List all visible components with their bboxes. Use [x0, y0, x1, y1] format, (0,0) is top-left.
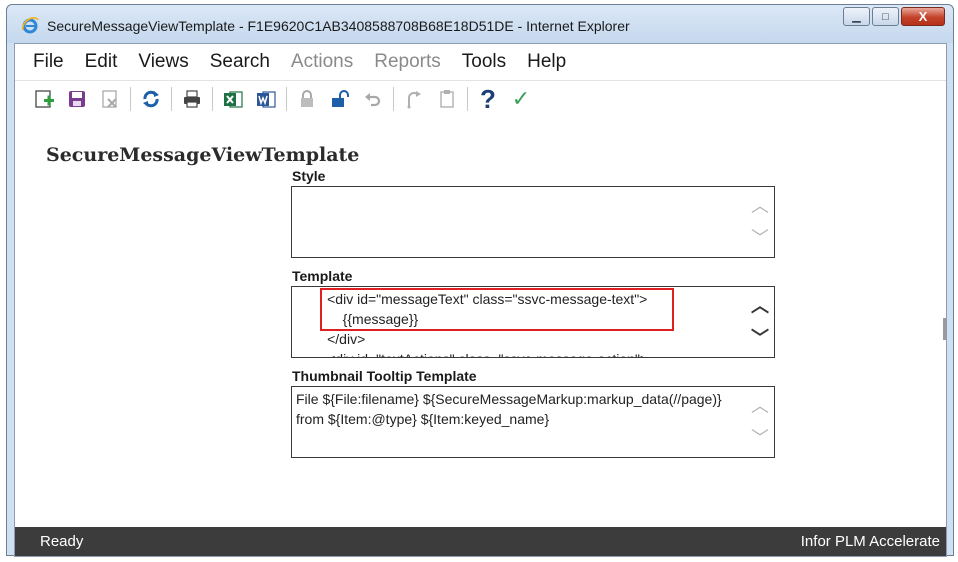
style-label: Style	[292, 168, 326, 184]
tooltip-line: from ${Item:@type} ${Item:keyed_name}	[296, 411, 550, 427]
menu-tools[interactable]: Tools	[462, 51, 506, 73]
scroll-up-icon[interactable]: ︿	[751, 297, 769, 315]
menu-bar: File Edit Views Search Actions Reports T…	[15, 44, 946, 81]
style-text	[292, 187, 744, 257]
menu-views[interactable]: Views	[138, 51, 188, 73]
word-export-icon[interactable]	[253, 86, 279, 112]
highlight-annotation	[320, 288, 674, 331]
template-label: Template	[292, 268, 353, 284]
toolbar-separator	[212, 87, 213, 111]
window-title: SecureMessageViewTemplate - F1E9620C1AB3…	[47, 18, 630, 34]
lock-icon[interactable]	[294, 86, 320, 112]
internet-explorer-icon	[22, 16, 39, 34]
close-button[interactable]: X	[901, 7, 945, 26]
toolbar-separator	[393, 87, 394, 111]
item-title: SecureMessageViewTemplate	[46, 144, 360, 166]
menu-actions[interactable]: Actions	[291, 51, 353, 73]
new-icon[interactable]	[31, 86, 57, 112]
window-controls: ▁ □ X	[843, 7, 945, 26]
discard-icon[interactable]	[97, 86, 123, 112]
style-scrollbar[interactable]: ︿ ﹀	[746, 187, 774, 257]
menu-reports[interactable]: Reports	[374, 51, 441, 73]
help-glyph: ?	[480, 83, 496, 114]
toolbar-separator	[130, 87, 131, 111]
product-name: Infor PLM Accelerate	[800, 533, 940, 550]
title-bar[interactable]: SecureMessageViewTemplate - F1E9620C1AB3…	[7, 5, 953, 43]
toolbar-separator	[171, 87, 172, 111]
print-icon[interactable]	[179, 86, 205, 112]
tooltip-template-label: Thumbnail Tooltip Template	[292, 368, 477, 384]
copy-icon[interactable]	[434, 86, 460, 112]
save-icon[interactable]	[64, 86, 90, 112]
minimize-button[interactable]: ▁	[843, 7, 870, 26]
unlock-icon[interactable]	[327, 86, 353, 112]
template-textarea[interactable]: <div id="messageText" class="ssvc-messag…	[291, 286, 775, 358]
toolbar: ? ✓	[15, 80, 946, 118]
done-glyph: ✓	[511, 86, 531, 112]
template-line: </div>	[296, 331, 366, 347]
template-line: <div id="textActions" class="ssvc-messag…	[296, 349, 744, 357]
toolbar-separator	[286, 87, 287, 111]
maximize-button[interactable]: □	[872, 7, 899, 26]
browser-window: SecureMessageViewTemplate - F1E9620C1AB3…	[6, 4, 954, 557]
tooltip-template-textarea[interactable]: File ${File:filename} ${SecureMessageMar…	[291, 386, 775, 458]
refresh-icon[interactable]	[138, 86, 164, 112]
scroll-down-icon[interactable]: ﹀	[751, 329, 769, 347]
menu-help[interactable]: Help	[527, 51, 566, 73]
scroll-down-icon[interactable]: ﹀	[751, 229, 769, 247]
undo-icon[interactable]	[360, 86, 386, 112]
scroll-up-icon[interactable]: ︿	[751, 397, 769, 415]
menu-edit[interactable]: Edit	[85, 51, 118, 73]
help-icon[interactable]: ?	[475, 83, 501, 114]
client-area: File Edit Views Search Actions Reports T…	[14, 43, 947, 557]
tooltip-scrollbar[interactable]: ︿ ﹀	[746, 387, 774, 457]
promote-icon[interactable]	[401, 86, 427, 112]
tooltip-line: File ${File:filename} ${SecureMessageMar…	[296, 391, 722, 407]
page-scroll-thumb[interactable]	[943, 318, 946, 340]
style-textarea[interactable]: ︿ ﹀	[291, 186, 775, 258]
menu-file[interactable]: File	[33, 51, 64, 73]
template-scrollbar[interactable]: ︿ ﹀	[746, 287, 774, 357]
status-bar: Ready Infor PLM Accelerate	[15, 527, 946, 556]
excel-export-icon[interactable]	[220, 86, 246, 112]
toolbar-separator	[467, 87, 468, 111]
scroll-up-icon[interactable]: ︿	[751, 197, 769, 215]
status-text: Ready	[40, 533, 84, 550]
scroll-down-icon[interactable]: ﹀	[751, 429, 769, 447]
menu-search[interactable]: Search	[210, 51, 270, 73]
done-icon[interactable]: ✓	[508, 86, 534, 112]
tooltip-template-text: File ${File:filename} ${SecureMessageMar…	[292, 387, 744, 457]
